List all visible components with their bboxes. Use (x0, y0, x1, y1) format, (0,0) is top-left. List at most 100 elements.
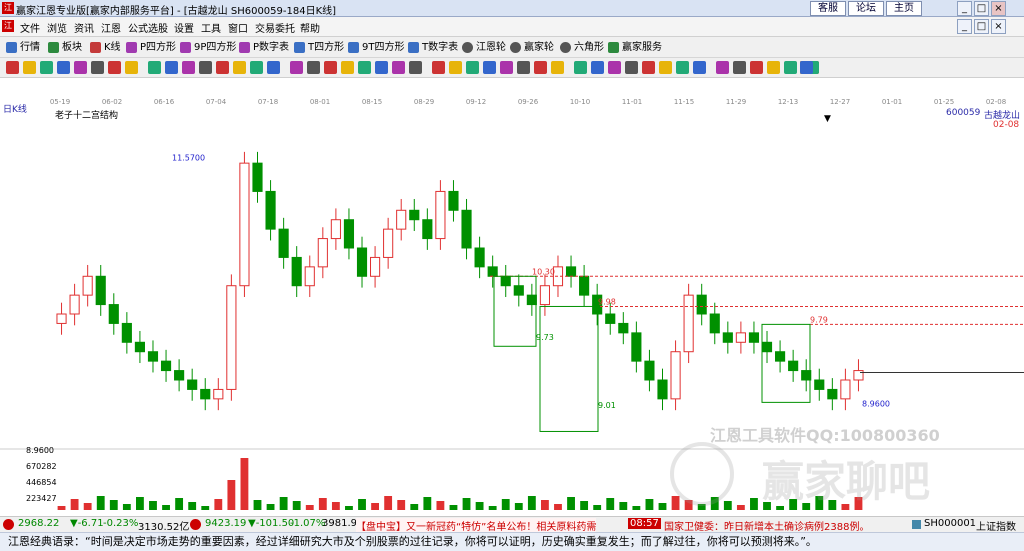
redo-icon[interactable] (375, 61, 388, 74)
dropdown-arrow-icon[interactable]: ▼ (824, 114, 831, 124)
fib-icon[interactable] (125, 61, 138, 74)
close-button[interactable]: × (991, 1, 1006, 16)
candle-body (513, 285, 524, 296)
mdi-close-button[interactable]: × (991, 19, 1006, 34)
arc-icon[interactable] (216, 61, 229, 74)
candle-body (226, 285, 237, 390)
menu-help[interactable]: 帮助 (300, 20, 320, 35)
toolbar-quotes-button[interactable]: 行情 (6, 40, 40, 55)
index-code[interactable]: SH000001 (924, 518, 976, 529)
pan-icon[interactable] (392, 61, 405, 74)
toolbar-hexagon-button[interactable]: 六角形 (560, 40, 604, 55)
menu-gann[interactable]: 江恩 (101, 20, 121, 35)
volume-bar (318, 498, 327, 510)
toolbar-9t-square-button[interactable]: 9T四方形 (348, 40, 404, 55)
grid-icon[interactable] (733, 61, 746, 74)
toolbar-t-table-button[interactable]: T数字表 (408, 40, 458, 55)
period-label[interactable]: 日K线 (3, 102, 27, 115)
gann-wheel-icon (462, 42, 473, 53)
volume-bar (462, 498, 471, 510)
line-icon[interactable] (57, 61, 70, 74)
mdi-restore-button[interactable]: □ (974, 19, 989, 34)
ray-icon[interactable] (74, 61, 87, 74)
news-ticker-1[interactable]: 【盘中宝】又一新冠药“特仿”名单公布！相关原料药需 (356, 518, 597, 533)
menu-settings[interactable]: 设置 (174, 20, 194, 35)
text-icon[interactable] (250, 61, 263, 74)
cross-icon[interactable] (642, 61, 655, 74)
menu-tools[interactable]: 工具 (201, 20, 221, 35)
arrow-down-icon[interactable] (290, 61, 303, 74)
index2-value[interactable]: 9423.19 (205, 518, 246, 529)
star-icon[interactable] (608, 61, 621, 74)
menu-formula-select[interactable]: 公式选股 (128, 20, 168, 35)
toolbar-p-table-button[interactable]: P数字表 (239, 40, 289, 55)
infinity-icon[interactable] (800, 61, 813, 74)
zoom-out-icon[interactable] (40, 61, 53, 74)
homepage-button[interactable]: 主页 (886, 1, 922, 16)
angle-icon[interactable] (716, 61, 729, 74)
first-icon[interactable] (483, 61, 496, 74)
diamond-icon[interactable] (574, 61, 587, 74)
date-tick-label: 02-08 (986, 98, 1006, 106)
maximize-button[interactable]: □ (974, 1, 989, 16)
circle-icon[interactable] (199, 61, 212, 74)
gann-box-icon[interactable] (182, 61, 195, 74)
menu-news[interactable]: 资讯 (74, 20, 94, 35)
volume-bar (514, 503, 523, 510)
candle-body (174, 370, 185, 381)
angle2-icon[interactable] (750, 61, 763, 74)
mark-icon[interactable] (307, 61, 320, 74)
square-icon[interactable] (591, 61, 604, 74)
cycle-icon[interactable] (148, 61, 161, 74)
news-ticker-2[interactable]: 国家卫健委：昨日新增本土确诊病例2388例。 (664, 518, 869, 533)
menu-browse[interactable]: 浏览 (47, 20, 67, 35)
trend-icon[interactable] (693, 61, 706, 74)
forum-button[interactable]: 论坛 (848, 1, 884, 16)
mdi-minimize-button[interactable]: _ (957, 19, 972, 34)
lock-icon[interactable] (341, 61, 354, 74)
minimize-button[interactable]: _ (957, 1, 972, 16)
grid2-icon[interactable] (767, 61, 780, 74)
volume-bar (305, 505, 314, 510)
hline-icon[interactable] (659, 61, 672, 74)
gann-fan-icon[interactable] (165, 61, 178, 74)
index-name[interactable]: 上证指数 (976, 518, 1016, 533)
undo-icon[interactable] (358, 61, 371, 74)
toolbar-sector-button[interactable]: 板块 (48, 40, 82, 55)
triangle-icon[interactable] (625, 61, 638, 74)
toolbar-p-square-button[interactable]: P四方形 (126, 40, 176, 55)
kline-chart-area[interactable]: 05-19 06-02 06-16 07-04 07-18 08-01 08-15 08-29… (0, 96, 1024, 513)
menu-bar: 江 文件 浏览 资讯 江恩 公式选股 设置 工具 窗口 交易委托 帮助 _ □ … (0, 17, 1024, 37)
candle-body (304, 266, 315, 287)
cursor-icon[interactable] (6, 61, 19, 74)
candle-body (526, 294, 537, 306)
last-icon[interactable] (500, 61, 513, 74)
index1-value[interactable]: 2968.22 (18, 518, 59, 529)
menu-trade[interactable]: 交易委托 (255, 20, 295, 35)
toolbar-winner-service-button[interactable]: 赢家服务 (608, 40, 662, 55)
parallel-icon[interactable] (108, 61, 121, 74)
prev-icon[interactable] (449, 61, 462, 74)
rect-icon[interactable] (233, 61, 246, 74)
arrow-up-icon[interactable] (267, 61, 280, 74)
down-icon[interactable] (551, 61, 564, 74)
point-icon[interactable] (784, 61, 797, 74)
end-icon[interactable] (432, 61, 445, 74)
delete-icon[interactable] (324, 61, 337, 74)
channel-icon[interactable] (91, 61, 104, 74)
toolbar-9p-square-button[interactable]: 9P四方形 (180, 40, 236, 55)
zoom-in-icon[interactable] (23, 61, 36, 74)
speed-icon[interactable] (517, 61, 530, 74)
menu-window[interactable]: 窗口 (228, 20, 248, 35)
menu-file[interactable]: 文件 (20, 20, 40, 35)
next-icon[interactable] (466, 61, 479, 74)
up-icon[interactable] (534, 61, 547, 74)
toolbar-kline-button[interactable]: K线 (90, 40, 121, 55)
toolbar-gann-wheel-button[interactable]: 江恩轮 (462, 40, 506, 55)
home-icon[interactable] (409, 61, 422, 74)
customer-service-button[interactable]: 客服 (810, 1, 846, 16)
volume-bar (57, 506, 66, 510)
toolbar-winner-wheel-button[interactable]: 赢家轮 (510, 40, 554, 55)
toolbar-t-square-button[interactable]: T四方形 (294, 40, 344, 55)
vline-icon[interactable] (676, 61, 689, 74)
